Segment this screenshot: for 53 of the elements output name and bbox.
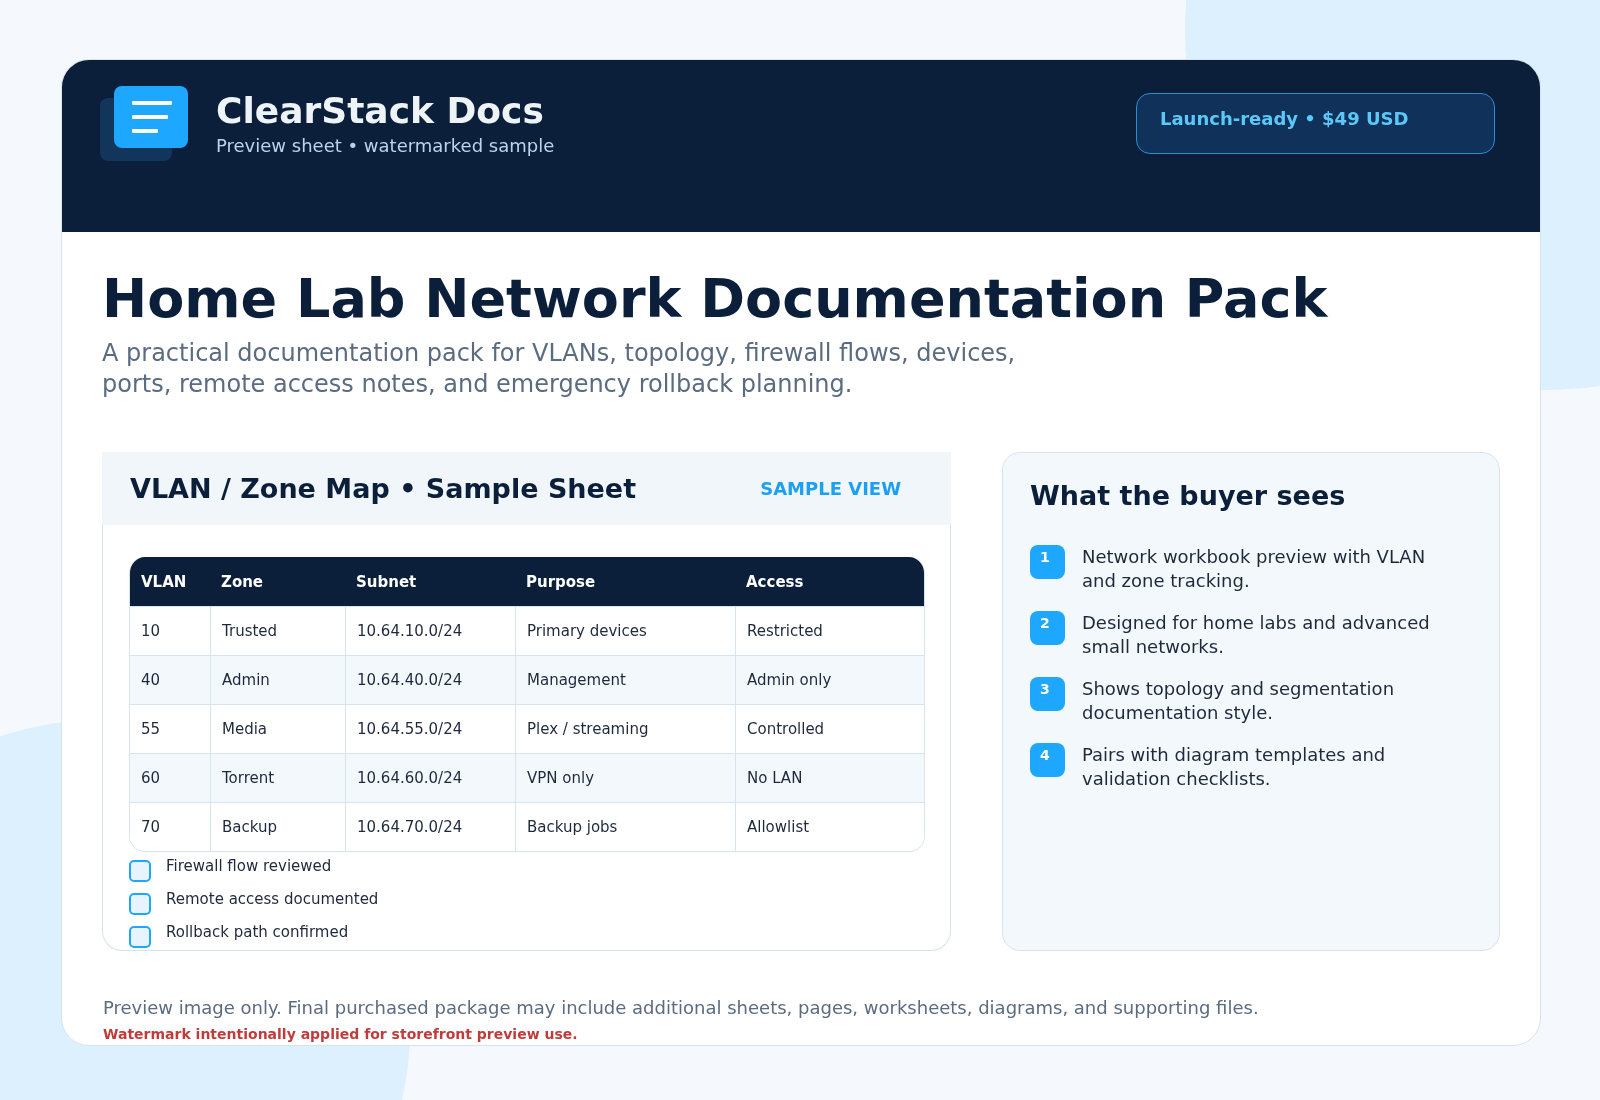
table-cell: 60 xyxy=(130,753,210,802)
step-number: 2 xyxy=(1030,611,1065,645)
page-title: Home Lab Network Documentation Pack xyxy=(102,268,1329,330)
watermark-notice: Watermark intentionally applied for storefront preview use. xyxy=(103,1026,579,1043)
table-cell: Backup xyxy=(210,802,345,851)
table-cell: 70 xyxy=(130,802,210,851)
table-cell: Media xyxy=(210,704,345,753)
checkbox[interactable] xyxy=(129,860,151,882)
document-lines-icon xyxy=(100,86,188,161)
column-header: Purpose xyxy=(515,557,735,606)
feature-text: Pairs with diagram templates and validation checklists. xyxy=(1082,743,1387,791)
table-cell: 10.64.40.0/24 xyxy=(345,655,515,704)
table-cell: No LAN xyxy=(735,753,924,802)
table-cell: Trusted xyxy=(210,606,345,655)
table-cell: 10.64.55.0/24 xyxy=(345,704,515,753)
table-cell: Controlled xyxy=(735,704,924,753)
checklist-label: Rollback path confirmed xyxy=(166,923,349,941)
brand-name: ClearStack Docs xyxy=(216,90,545,132)
checklist-label: Firewall flow reviewed xyxy=(166,857,332,875)
table-cell: 10.64.70.0/24 xyxy=(345,802,515,851)
checkbox[interactable] xyxy=(129,893,151,915)
brand-tagline: Preview sheet • watermarked sample xyxy=(216,134,555,158)
table-cell: Admin only xyxy=(735,655,924,704)
checklist-label: Remote access documented xyxy=(166,890,379,908)
table-cell: 10.64.10.0/24 xyxy=(345,606,515,655)
column-header: Zone xyxy=(210,557,345,606)
table-cell: 40 xyxy=(130,655,210,704)
sheet-title: VLAN / Zone Map • Sample Sheet xyxy=(130,473,637,504)
table-cell: 10.64.60.0/24 xyxy=(345,753,515,802)
table-cell: VPN only xyxy=(515,753,735,802)
table-cell: Backup jobs xyxy=(515,802,735,851)
step-number: 3 xyxy=(1030,677,1065,711)
footer-note: Preview image only. Final purchased package may include additional sheets, pages, worksheets, diagrams, and supporting files. xyxy=(103,996,1260,1020)
column-header: Subnet xyxy=(345,557,515,606)
table-cell: Plex / streaming xyxy=(515,704,735,753)
column-header: Access xyxy=(735,557,924,606)
page-subtitle: A practical documentation pack for VLANs, topology, firewall flows, devices, ports, remote access notes, and emergency rollback planning. xyxy=(102,338,1017,400)
step-number: 1 xyxy=(1030,545,1065,579)
table-cell: Torrent xyxy=(210,753,345,802)
feature-text: Shows topology and segmentation documentation style. xyxy=(1082,677,1396,725)
sample-view-label: SAMPLE VIEW xyxy=(760,478,901,499)
column-header: VLAN xyxy=(130,557,210,606)
price-badge: Launch-ready • $49 USD xyxy=(1136,93,1495,154)
table-cell: Allowlist xyxy=(735,802,924,851)
table-cell: Primary devices xyxy=(515,606,735,655)
table-cell: Admin xyxy=(210,655,345,704)
table-cell: Management xyxy=(515,655,735,704)
feature-text: Designed for home labs and advanced small networks. xyxy=(1082,611,1431,659)
step-number: 4 xyxy=(1030,743,1065,777)
panel-title: What the buyer sees xyxy=(1030,480,1347,512)
feature-text: Network workbook preview with VLAN and zone tracking. xyxy=(1082,545,1427,593)
table-cell: Restricted xyxy=(735,606,924,655)
checkbox[interactable] xyxy=(129,926,151,948)
